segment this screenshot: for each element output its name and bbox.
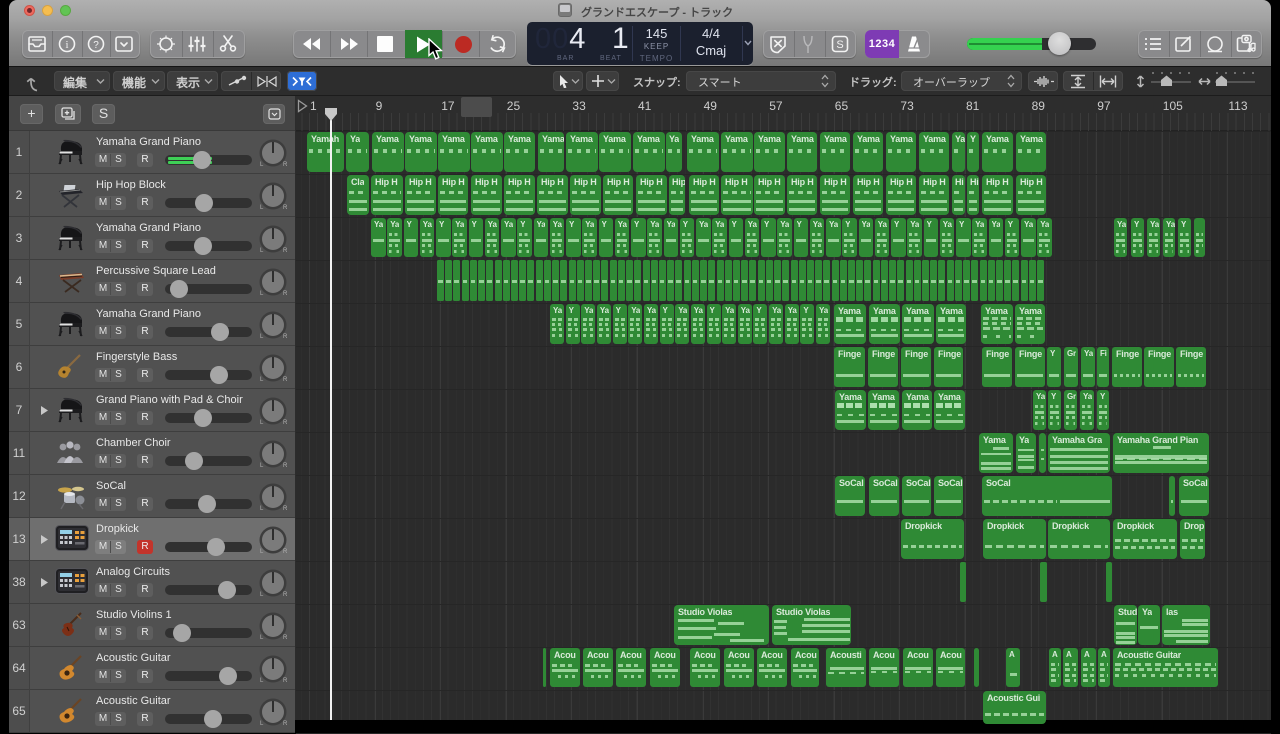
svg-text:?: ? bbox=[93, 40, 99, 51]
svg-text:i: i bbox=[65, 39, 68, 51]
svg-text:S: S bbox=[836, 39, 843, 51]
